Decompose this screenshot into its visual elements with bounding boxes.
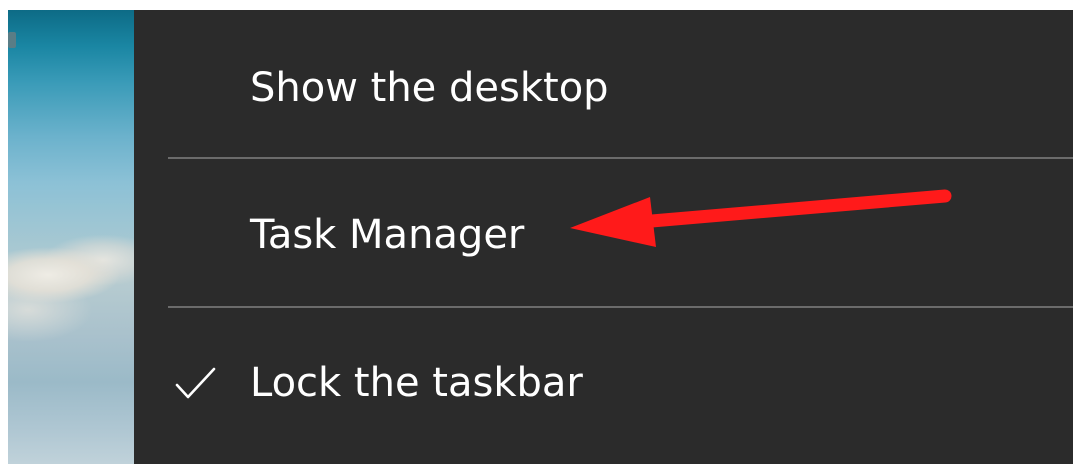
desktop-wallpaper <box>8 10 134 464</box>
menu-item-label: Lock the taskbar <box>250 360 583 406</box>
menu-item-task-manager[interactable]: Task Manager <box>134 159 1073 299</box>
checkmark-icon <box>175 367 216 399</box>
menu-item-show-desktop[interactable]: Show the desktop <box>134 10 1073 150</box>
desktop-icon-fragment <box>8 32 16 48</box>
screenshot-frame: Show the desktop Task Manager Lock the t… <box>0 0 1073 464</box>
taskbar-context-menu: Show the desktop Task Manager Lock the t… <box>134 10 1073 464</box>
menu-item-label: Show the desktop <box>250 65 609 111</box>
menu-item-label: Task Manager <box>250 212 525 258</box>
menu-item-lock-taskbar[interactable]: Lock the taskbar <box>134 308 1073 448</box>
